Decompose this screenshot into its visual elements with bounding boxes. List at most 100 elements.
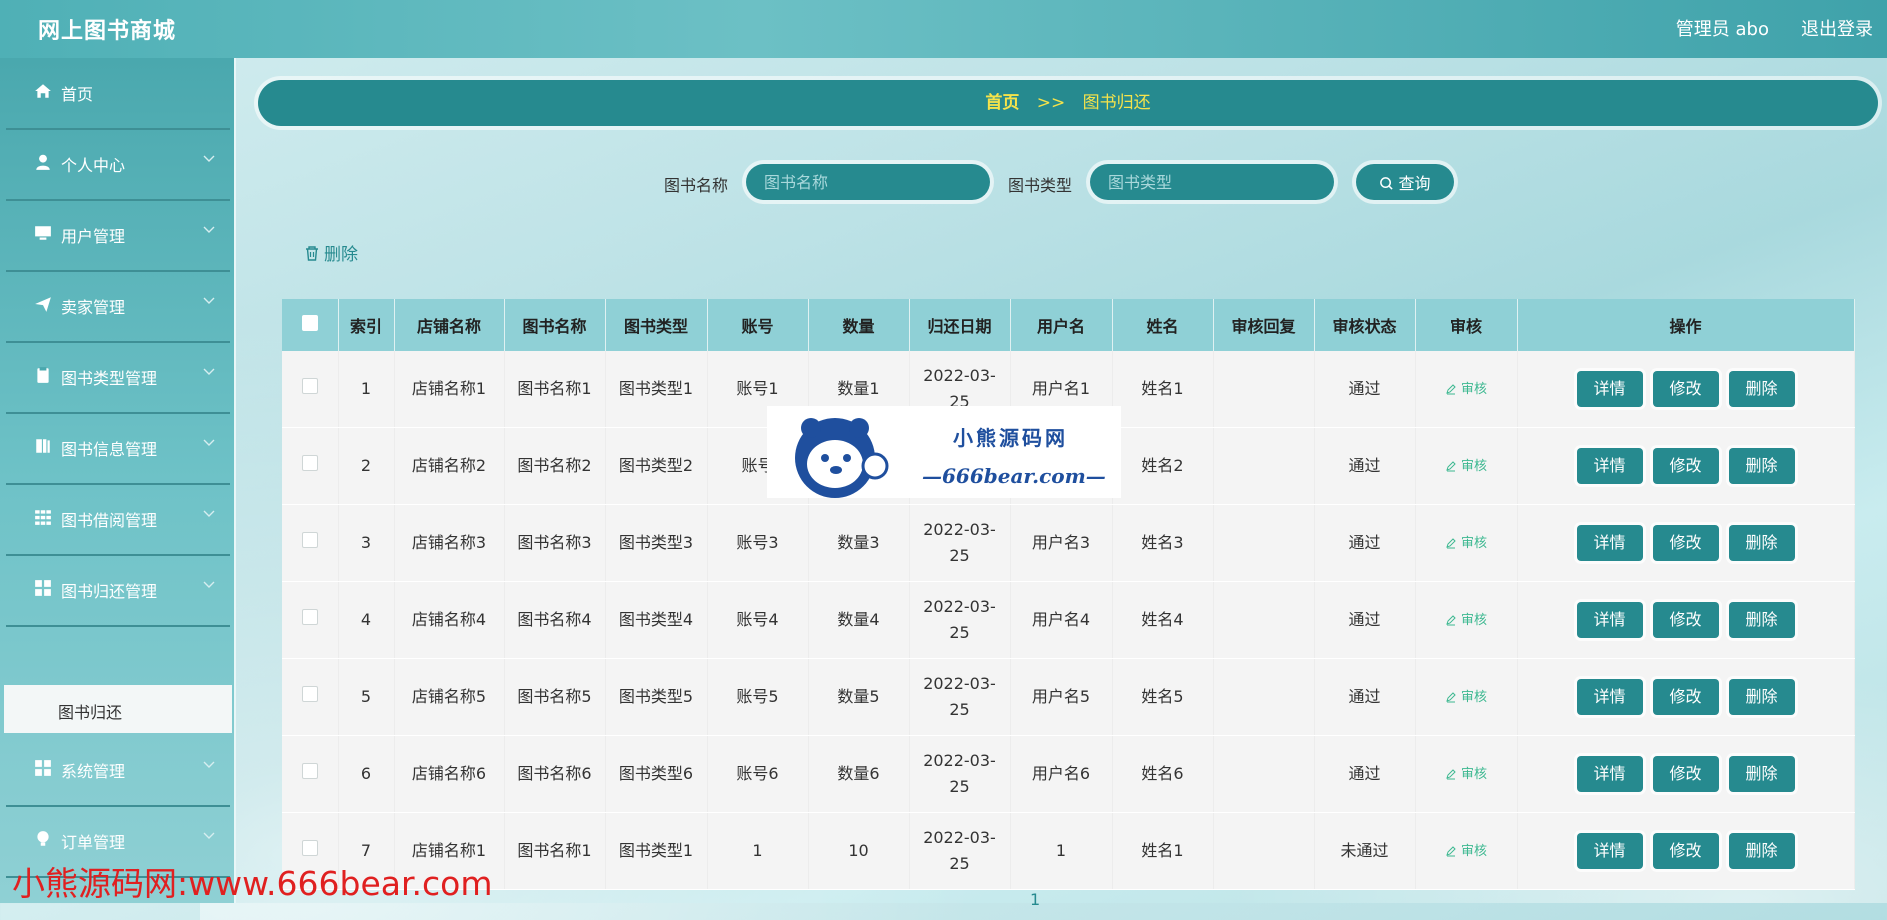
book-icon <box>36 439 50 453</box>
row-checkbox[interactable] <box>301 686 318 702</box>
audit-link[interactable]: 审核 <box>1445 690 1487 705</box>
row-select-cell <box>282 504 339 582</box>
row-checkbox[interactable] <box>301 378 318 394</box>
detail-button[interactable]: 详情 <box>1576 448 1643 484</box>
detail-button[interactable]: 详情 <box>1576 833 1643 869</box>
sidebar-item-label: 图书信息管理 <box>61 440 158 459</box>
delete-button[interactable]: 删除 <box>1728 525 1795 561</box>
chevron-down-icon <box>203 226 215 233</box>
detail-button[interactable]: 详情 <box>1576 756 1643 792</box>
sidebar-subitem-label: 图书归还 <box>58 703 123 722</box>
return-date-line1: 2022-03- <box>923 366 996 385</box>
delete-button[interactable]: 删除 <box>1728 756 1795 792</box>
cell-shop-name: 店铺名称6 <box>394 735 505 813</box>
audit-link[interactable]: 审核 <box>1445 382 1487 397</box>
book-type-input[interactable] <box>1090 164 1334 200</box>
trash-icon <box>306 246 318 261</box>
top-header: 网上图书商城 管理员 abo 退出登录 <box>0 0 1887 58</box>
return-date-line2: 25 <box>949 777 970 796</box>
audit-link[interactable]: 审核 <box>1445 613 1487 628</box>
pencil-icon <box>1446 692 1456 703</box>
edit-button[interactable]: 修改 <box>1652 371 1719 407</box>
delete-button[interactable]: 删除 <box>1728 448 1795 484</box>
cell-shop-name: 店铺名称4 <box>394 581 505 659</box>
row-checkbox[interactable] <box>301 532 318 548</box>
home-icon <box>35 84 51 98</box>
sidebar-item-return[interactable]: 图书归还管理 <box>6 555 230 627</box>
audit-link[interactable]: 审核 <box>1445 459 1487 474</box>
delete-button[interactable]: 删除 <box>1728 371 1795 407</box>
delete-button[interactable]: 删除 <box>1728 679 1795 715</box>
audit-link[interactable]: 审核 <box>1445 844 1487 859</box>
sidebar-item-book-info[interactable]: 图书信息管理 <box>6 413 230 485</box>
cell-index: 2 <box>338 427 395 505</box>
audit-link[interactable]: 审核 <box>1445 767 1487 782</box>
cell-quantity: 数量4 <box>808 581 910 659</box>
sidebar-item-label: 系统管理 <box>61 762 126 781</box>
sidebar-item-book-types[interactable]: 图书类型管理 <box>6 342 230 414</box>
select-all-cell <box>282 299 339 351</box>
book-type-label: 图书类型 <box>1008 176 1073 195</box>
cell-book-name: 图书名称1 <box>504 351 606 428</box>
pencil-icon <box>1446 538 1456 549</box>
page-number[interactable]: 1 <box>1030 890 1040 909</box>
row-checkbox[interactable] <box>301 763 318 779</box>
detail-button[interactable]: 详情 <box>1576 602 1643 638</box>
column-header: 图书名称 <box>504 299 606 351</box>
edit-button[interactable]: 修改 <box>1652 602 1719 638</box>
cell-audit-status: 通过 <box>1314 351 1416 428</box>
row-checkbox[interactable] <box>301 455 318 471</box>
bulk-delete-button[interactable]: 删除 <box>304 240 358 265</box>
sidebar-item-borrow[interactable]: 图书借阅管理 <box>6 484 230 556</box>
sidebar-item-profile[interactable]: 个人中心 <box>6 129 230 201</box>
cell-quantity: 10 <box>808 812 910 890</box>
audit-link[interactable]: 审核 <box>1445 536 1487 551</box>
edit-button[interactable]: 修改 <box>1652 756 1719 792</box>
row-checkbox[interactable] <box>301 840 318 856</box>
edit-button[interactable]: 修改 <box>1652 525 1719 561</box>
table-row[interactable]: 6 店铺名称6 图书名称6 图书类型6 账号6 数量6 2022-03- 25 用户名6 姓名6 通… <box>282 735 1855 813</box>
book-name-input[interactable] <box>746 164 990 200</box>
cell-audit-reply <box>1213 504 1315 582</box>
select-all-checkbox[interactable] <box>301 315 318 331</box>
table-row[interactable]: 5 店铺名称5 图书名称5 图书类型5 账号5 数量5 2022-03- 25 用户名5 姓名5 通… <box>282 658 1855 736</box>
sidebar-item-sellers[interactable]: 卖家管理 <box>6 271 230 343</box>
cell-name: 姓名1 <box>1112 812 1214 890</box>
detail-button[interactable]: 详情 <box>1576 525 1643 561</box>
pencil-icon <box>1446 461 1456 472</box>
row-select-cell <box>282 351 339 428</box>
cell-return-date: 2022-03- 25 <box>909 812 1011 890</box>
table-row[interactable]: 4 店铺名称4 图书名称4 图书类型4 账号4 数量4 2022-03- 25 用户名4 姓名4 通… <box>282 581 1855 659</box>
chevron-down-icon <box>203 581 215 588</box>
delete-button[interactable]: 删除 <box>1728 833 1795 869</box>
breadcrumb-home-link[interactable]: 首页 <box>985 93 1019 113</box>
delete-button[interactable]: 删除 <box>1728 602 1795 638</box>
chevron-down-icon <box>203 761 215 768</box>
row-checkbox[interactable] <box>301 609 318 625</box>
sidebar-subitem-book-return[interactable]: 图书归还 <box>4 685 232 733</box>
detail-button[interactable]: 详情 <box>1576 371 1643 407</box>
cell-quantity: 数量3 <box>808 504 910 582</box>
pencil-icon <box>1446 769 1456 780</box>
audit-link-label: 审核 <box>1460 459 1487 474</box>
query-button[interactable]: 查询 <box>1356 164 1454 200</box>
cell-return-date: 2022-03- 25 <box>909 735 1011 813</box>
table-row[interactable]: 7 店铺名称1 图书名称1 图书类型1 1 10 2022-03- 25 1 姓名1 未通过 审核 详情… <box>282 812 1855 890</box>
breadcrumb-separator: >> <box>1036 93 1066 113</box>
sidebar-item-system[interactable]: 系统管理 <box>6 735 230 807</box>
cell-username: 用户名6 <box>1010 735 1113 813</box>
sidebar-item-home[interactable]: 首页 <box>6 58 230 130</box>
table-row[interactable]: 3 店铺名称3 图书名称3 图书类型3 账号3 数量3 2022-03- 25 用户名3 姓名3 通… <box>282 504 1855 582</box>
edit-button[interactable]: 修改 <box>1652 679 1719 715</box>
cell-book-type: 图书类型2 <box>605 427 708 505</box>
chevron-down-icon <box>203 510 215 517</box>
cell-return-date: 2022-03- 25 <box>909 504 1011 582</box>
return-date-line2: 25 <box>949 623 970 642</box>
logout-link[interactable]: 退出登录 <box>1801 15 1873 41</box>
edit-button[interactable]: 修改 <box>1652 833 1719 869</box>
edit-button[interactable]: 修改 <box>1652 448 1719 484</box>
sidebar-item-users[interactable]: 用户管理 <box>6 200 230 272</box>
sidebar-item-label: 卖家管理 <box>61 298 126 317</box>
cell-audit: 审核 <box>1415 504 1518 582</box>
detail-button[interactable]: 详情 <box>1576 679 1643 715</box>
